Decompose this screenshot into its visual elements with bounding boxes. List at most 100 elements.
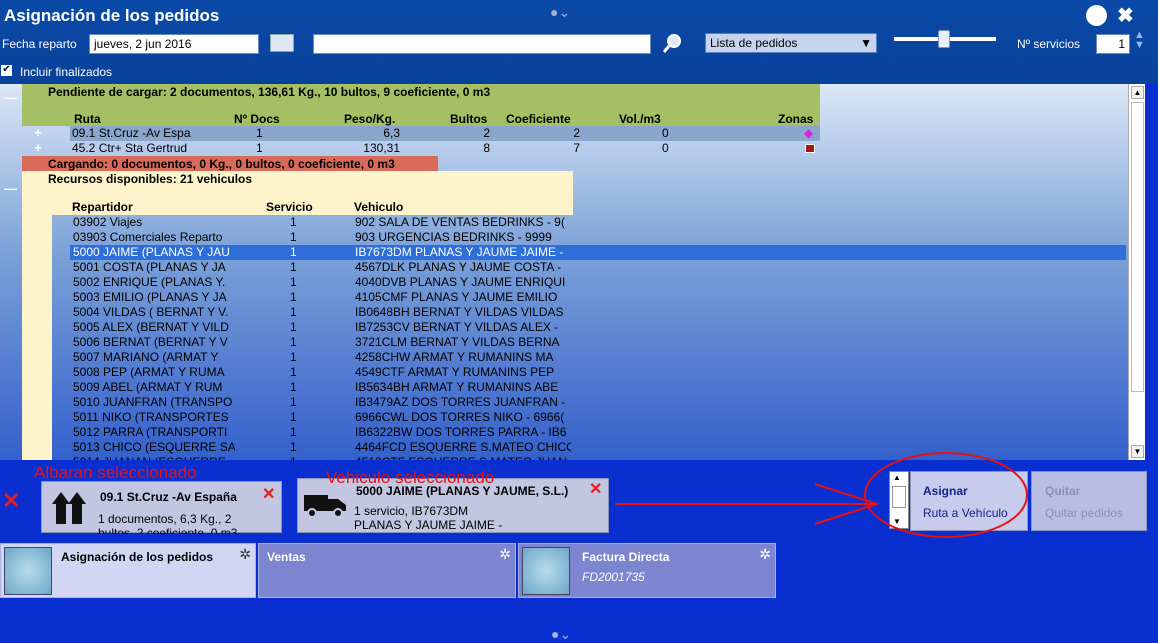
- collapse-toggle-icon[interactable]: ●⌄: [550, 4, 570, 21]
- table-row[interactable]: 5009 ABEL (ARMAT Y RUM 1 IB5634BH ARMAT Y …: [70, 380, 572, 395]
- search-input[interactable]: [313, 34, 651, 54]
- vehiculo-cell: 4105CMF PLANAS Y JAUME EMILIO: [355, 290, 558, 304]
- repartidor-cell: 03902 Viajes: [73, 215, 143, 229]
- vol-cell: 0: [662, 141, 669, 155]
- highlight-ellipse: [864, 452, 1028, 538]
- vertical-scrollbar[interactable]: ▲ ▼: [1128, 84, 1145, 460]
- table-row[interactable]: 5012 PARRA (TRANSPORTI 1 IB6322BW DOS TORR…: [70, 425, 572, 440]
- close-icon[interactable]: ✖: [1117, 3, 1134, 28]
- chevron-down-icon: ▼: [860, 36, 872, 50]
- scroll-up-icon[interactable]: ▲: [1131, 86, 1144, 99]
- remove-vehiculo-icon[interactable]: ✕: [589, 479, 602, 499]
- vehiculo-cell: 3721CLM BERNAT Y VILDAS BERNA: [355, 335, 560, 349]
- tab-close-icon[interactable]: ✲: [759, 546, 771, 563]
- docs-cell: 1: [256, 141, 263, 155]
- table-row[interactable]: 5002 ENRIQUE (PLANAS Y. 1 4040DVB PLANAS Y…: [70, 275, 572, 290]
- tab-label: Asignación de los pedidos: [61, 550, 214, 564]
- servicio-cell: 1: [290, 320, 297, 334]
- vehiculo-cell: 4567DLK PLANAS Y JAUME COSTA -: [355, 260, 562, 274]
- servicio-cell: 1: [290, 260, 297, 274]
- coef-cell: 7: [573, 141, 580, 155]
- fecha-field[interactable]: jueves, 2 jun 2016: [89, 34, 259, 54]
- repartidor-cell: 5002 ENRIQUE (PLANAS Y.: [73, 275, 226, 289]
- tab-asignacion[interactable]: Asignación de los pedidos ✲: [0, 543, 256, 598]
- col-coef: Coeficiente: [506, 112, 571, 126]
- table-row[interactable]: 5006 BERNAT (BERNAT Y V 1 3721CLM BERNAT Y…: [70, 335, 572, 350]
- col-docs: Nº Docs: [234, 112, 280, 126]
- fecha-label: Fecha reparto: [2, 37, 77, 51]
- tab-sub: FD2001735: [582, 570, 645, 584]
- truck-icon: [302, 493, 348, 519]
- search-icon[interactable]: [662, 32, 682, 54]
- servicio-cell: 1: [290, 290, 297, 304]
- repartidor-cell: 5012 PARRA (TRANSPORTI: [73, 425, 228, 439]
- expand-icon[interactable]: +: [32, 141, 44, 154]
- repartidor-cell: 5004 VILDAS ( BERNAT Y V.: [73, 305, 229, 319]
- collapse-icon[interactable]: —: [4, 91, 17, 108]
- loading-header: Cargando: 0 documentos, 0 Kg., 0 bultos,…: [22, 156, 438, 171]
- circle-button[interactable]: [1086, 5, 1107, 26]
- servicio-cell: 1: [290, 245, 297, 259]
- window-title: Asignación de los pedidos: [4, 6, 220, 25]
- orders-grid: — Pendiente de cargar: 2 documentos, 136…: [0, 84, 1128, 460]
- scroll-down-icon[interactable]: ▼: [1131, 445, 1144, 458]
- tab-ventas[interactable]: Ventas ✲: [258, 543, 516, 598]
- remove-albaran-icon[interactable]: ✕: [262, 484, 275, 504]
- albaran-line2: bultos, 2 coeficiente, 0 m3: [98, 526, 238, 534]
- servicio-cell: 1: [290, 350, 297, 364]
- tab-label: Factura Directa: [582, 550, 670, 564]
- albaran-card[interactable]: 09.1 St.Cruz -Av España 1 documentos, 6,…: [41, 481, 282, 534]
- table-row[interactable]: 5010 JUANFRAN (TRANSPO 1 IB3479AZ DOS TORR…: [70, 395, 572, 410]
- quitar-button[interactable]: Quitar Quitar pedidos: [1031, 471, 1147, 531]
- clear-selection-icon[interactable]: ✕: [2, 488, 20, 514]
- slider-handle[interactable]: [938, 30, 950, 48]
- scroll-thumb[interactable]: [1131, 102, 1144, 392]
- vehiculo-cell: IB7253CV BERNAT Y VILDAS ALEX -: [355, 320, 559, 334]
- col-peso: Peso/Kg.: [344, 112, 396, 126]
- tab-label: Ventas: [267, 550, 306, 564]
- collapse-icon[interactable]: —: [4, 182, 17, 199]
- table-row[interactable]: 5004 VILDAS ( BERNAT Y V. 1 IB0648BH BERNA…: [70, 305, 572, 320]
- tab-close-icon[interactable]: ✲: [499, 546, 511, 563]
- tab-factura[interactable]: Factura Directa FD2001735 ✲: [518, 543, 776, 598]
- quitar-sub: Quitar pedidos: [1045, 506, 1124, 520]
- col-repartidor: Repartidor: [72, 200, 133, 214]
- table-row[interactable]: 5001 COSTA (PLANAS Y JA 1 4567DLK PLANAS Y…: [70, 260, 572, 275]
- table-row[interactable]: 5013 CHICO (ESQUERRE SA 1 4464FCD ESQUERRE…: [70, 440, 572, 455]
- incluir-checkbox[interactable]: ✔: [1, 65, 12, 76]
- vehiculo-line2: PLANAS Y JAUME JAIME -: [354, 518, 503, 532]
- ruta-cell: 45.2 Ctr+ Sta Gertrud: [72, 141, 188, 155]
- list-select[interactable]: Lista de pedidos ▼: [705, 33, 877, 53]
- repartidor-cell: 5008 PEP (ARMAT Y RUMA: [73, 365, 225, 379]
- table-row[interactable]: 5005 ALEX (BERNAT Y VILD 1 IB7253CV BERNAT…: [70, 320, 572, 335]
- stepper-arrows-icon[interactable]: ▲ ▼: [1134, 30, 1145, 51]
- table-row[interactable]: 45.2 Ctr+ Sta Gertrud 1 130,31 8 7 0: [70, 141, 820, 156]
- bottom-toggle-icon[interactable]: ●⌄: [551, 626, 571, 643]
- servicio-cell: 1: [290, 395, 297, 409]
- tab-close-icon[interactable]: ✲: [239, 546, 251, 563]
- servicios-label: Nº servicios: [1017, 37, 1081, 51]
- table-row[interactable]: 5003 EMILIO (PLANAS Y JA 1 4105CMF PLANAS …: [70, 290, 572, 305]
- repartidor-cell: 5001 COSTA (PLANAS Y JA: [73, 260, 226, 274]
- table-row[interactable]: 03902 Viajes 1 902 SALA DE VENTAS BEDRINKS…: [70, 215, 572, 230]
- vehiculo-cell: IB7673DM PLANAS Y JAUME JAIME -: [355, 245, 564, 259]
- vehiculo-cell: IB6322BW DOS TORRES PARRA - IB6: [355, 425, 567, 439]
- list-select-value: Lista de pedidos: [710, 36, 798, 50]
- repartidor-cell: 5010 JUANFRAN (TRANSPO: [73, 395, 233, 409]
- col-ruta: Ruta: [74, 112, 101, 126]
- vehiculo-cell: 4040DVB PLANAS Y JAUME ENRIQUI: [355, 275, 566, 289]
- table-row[interactable]: 5008 PEP (ARMAT Y RUMA 1 4549CTF ARMAT Y R…: [70, 365, 572, 380]
- servicios-stepper[interactable]: 1: [1096, 34, 1130, 54]
- expand-icon[interactable]: +: [32, 126, 44, 139]
- vehiculo-annotation: Vehiculo seleccionado: [326, 468, 495, 487]
- table-row[interactable]: 5011 NIKO (TRANSPORTES 1 6966CWL DOS TORRE…: [70, 410, 572, 425]
- calendar-icon[interactable]: [270, 34, 294, 52]
- table-row[interactable]: 5000 JAIME (PLANAS Y JAU 1 IB7673DM PLANAS…: [70, 245, 1126, 260]
- col-vehiculo: Vehiculo: [354, 200, 404, 214]
- table-row[interactable]: 09.1 St.Cruz -Av Espa 1 6,3 2 2 0 ◆: [70, 126, 820, 141]
- table-row[interactable]: 03903 Comerciales Reparto 1 903 URGENCIAS …: [70, 230, 572, 245]
- table-row[interactable]: 5007 MARIANO (ARMAT Y 1 4258CHW ARMAT Y RU…: [70, 350, 572, 365]
- col-bultos: Bultos: [450, 112, 488, 126]
- pending-columns: Ruta Nº Docs Peso/Kg. Bultos Coeficiente…: [22, 112, 820, 127]
- albaran-annotation: Albaran seleccionado: [34, 463, 197, 482]
